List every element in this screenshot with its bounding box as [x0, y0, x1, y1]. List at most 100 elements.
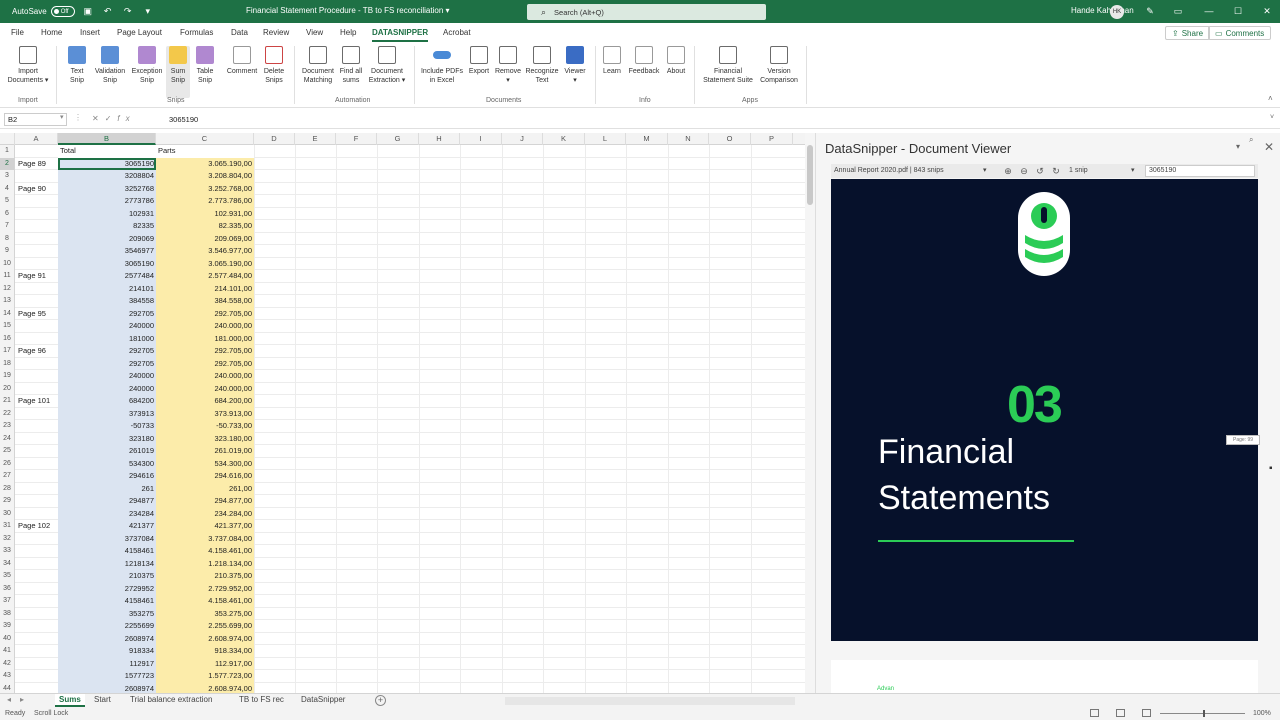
zoom-level[interactable]: 100% [1253, 710, 1271, 717]
cell-parts[interactable]: 82.335,00 [156, 220, 254, 233]
cell-page-label[interactable]: Page 91 [18, 270, 46, 282]
chevron-down-icon[interactable]: ▾ [60, 113, 64, 121]
minimize-icon[interactable]: — [1202, 4, 1216, 18]
row-header[interactable]: 29 [0, 495, 15, 508]
autosave-toggle[interactable]: Off [50, 6, 75, 17]
row-header[interactable]: 28 [0, 482, 15, 495]
tab-help[interactable]: Help [340, 28, 356, 37]
row-header[interactable]: 8 [0, 232, 15, 245]
cell-parts[interactable]: 209.069,00 [156, 232, 254, 245]
column-header-a[interactable]: A [15, 133, 58, 145]
cell-total[interactable]: 261019 [58, 445, 156, 458]
cell-total[interactable]: -50733 [58, 420, 156, 433]
row-header[interactable]: 27 [0, 470, 15, 483]
cell-total[interactable]: 1218134 [58, 557, 156, 570]
cell-parts[interactable]: 2.729.952,00 [156, 582, 254, 595]
cell-total[interactable]: 3208804 [58, 170, 156, 183]
spreadsheet-grid[interactable]: ABCDEFGHIJKLMNOP 1 Total Parts 2 Page 89 3065… [0, 133, 805, 693]
cell-total-header[interactable]: Total [58, 145, 156, 158]
version-comparison-button[interactable]: Version Comparison [757, 46, 801, 85]
cell-total[interactable]: 240000 [58, 320, 156, 333]
next-sheet-icon[interactable]: ▸ [20, 695, 24, 704]
add-sheet-button[interactable]: + [375, 695, 386, 706]
tab-datasnipper[interactable]: DATASNIPPER [372, 28, 429, 42]
rotate-left-icon[interactable]: ↺ [1035, 166, 1045, 176]
tab-insert[interactable]: Insert [80, 28, 100, 37]
cell-total[interactable]: 240000 [58, 370, 156, 383]
cell-total[interactable]: 353275 [58, 607, 156, 620]
cell-parts[interactable]: 240.000,00 [156, 382, 254, 395]
cell-parts[interactable]: 2.608.974,00 [156, 682, 254, 693]
search-input[interactable]: ⌕ Search (Alt+Q) [527, 4, 766, 20]
user-name[interactable]: Hande Kahraman [1071, 6, 1134, 15]
cell-parts[interactable]: 292.705,00 [156, 345, 254, 358]
collapse-ribbon-icon[interactable]: ˄ [1268, 94, 1273, 103]
chevron-down-icon[interactable]: ▾ [1236, 142, 1240, 151]
column-header-g[interactable]: G [377, 133, 419, 145]
row-header[interactable]: 11 [0, 270, 15, 283]
cell-total[interactable]: 2608974 [58, 682, 156, 693]
chevron-down-icon[interactable]: ▾ [1131, 166, 1135, 174]
row-header[interactable]: 41 [0, 645, 15, 658]
row-header[interactable]: 37 [0, 595, 15, 608]
formula-input[interactable]: 3065190 [169, 115, 198, 124]
close-icon[interactable]: ✕ [1264, 140, 1274, 154]
viewer-scrollbar[interactable] [1268, 179, 1278, 689]
import-documents-button[interactable]: Import Documents ▾ [5, 46, 51, 85]
tab-home[interactable]: Home [41, 28, 62, 37]
validation-snip-button[interactable]: Validation Snip [92, 46, 128, 85]
export-button[interactable]: Export [466, 46, 492, 76]
row-header[interactable]: 2 [0, 157, 15, 170]
row-header[interactable]: 43 [0, 670, 15, 683]
cell-page-label[interactable]: Page 102 [18, 520, 50, 532]
customize-toolbar-icon[interactable]: ▾ [141, 5, 155, 19]
cell-total[interactable]: 234284 [58, 507, 156, 520]
row-header[interactable]: 5 [0, 195, 15, 208]
row-header[interactable]: 31 [0, 520, 15, 533]
page-break-view-icon[interactable] [1142, 709, 1151, 717]
cell-total[interactable]: 82335 [58, 220, 156, 233]
cell-parts-header[interactable]: Parts [156, 145, 254, 158]
row-header[interactable]: 4 [0, 182, 15, 195]
row-header[interactable]: 10 [0, 257, 15, 270]
find-all-sums-button[interactable]: Find all sums [337, 46, 365, 85]
cell-page-label[interactable]: Page 90 [18, 183, 46, 195]
autosave-control[interactable]: AutoSave Off [12, 6, 75, 17]
column-header-p[interactable]: P [751, 133, 793, 145]
cell-total[interactable]: 2577484 [58, 270, 156, 283]
cell-parts[interactable]: 294.616,00 [156, 470, 254, 483]
save-icon[interactable]: ▣ [81, 5, 95, 19]
sheet-tab-tb-to-fs[interactable]: TB to FS rec [235, 694, 288, 707]
cell-page-label[interactable]: Page 101 [18, 395, 50, 407]
cell-parts[interactable]: 214.101,00 [156, 282, 254, 295]
row-header[interactable]: 16 [0, 332, 15, 345]
undo-icon[interactable]: ↶ [101, 5, 115, 19]
row-header[interactable]: 40 [0, 632, 15, 645]
cell-total[interactable]: 240000 [58, 382, 156, 395]
remove-button[interactable]: Remove ▾ [493, 46, 523, 85]
cell-parts[interactable]: 353.275,00 [156, 607, 254, 620]
cell-total[interactable]: 214101 [58, 282, 156, 295]
cell-parts[interactable]: 112.917,00 [156, 657, 254, 670]
cell-parts[interactable]: 292.705,00 [156, 307, 254, 320]
row-header[interactable]: 38 [0, 607, 15, 620]
row-header[interactable]: 32 [0, 532, 15, 545]
row-header[interactable]: 33 [0, 545, 15, 558]
scrollbar-thumb[interactable] [807, 145, 813, 205]
tab-view[interactable]: View [306, 28, 323, 37]
document-page[interactable]: 03 Financial Statements [831, 179, 1258, 641]
cell-total[interactable]: 373913 [58, 407, 156, 420]
row-header[interactable]: 30 [0, 507, 15, 520]
cell-total[interactable]: 294616 [58, 470, 156, 483]
cell-total[interactable]: 3252768 [58, 182, 156, 195]
row-header[interactable]: 21 [0, 395, 15, 408]
cell-parts[interactable]: 234.284,00 [156, 507, 254, 520]
financial-statement-suite-button[interactable]: Financial Statement Suite [698, 46, 758, 85]
row-header[interactable]: 22 [0, 407, 15, 420]
cell-total[interactable]: 323180 [58, 432, 156, 445]
cell-total[interactable]: 918334 [58, 645, 156, 658]
column-header-h[interactable]: H [419, 133, 460, 145]
document-matching-button[interactable]: Document Matching [298, 46, 338, 85]
select-all-corner[interactable] [0, 133, 15, 145]
cell-parts[interactable]: 4.158.461,00 [156, 545, 254, 558]
